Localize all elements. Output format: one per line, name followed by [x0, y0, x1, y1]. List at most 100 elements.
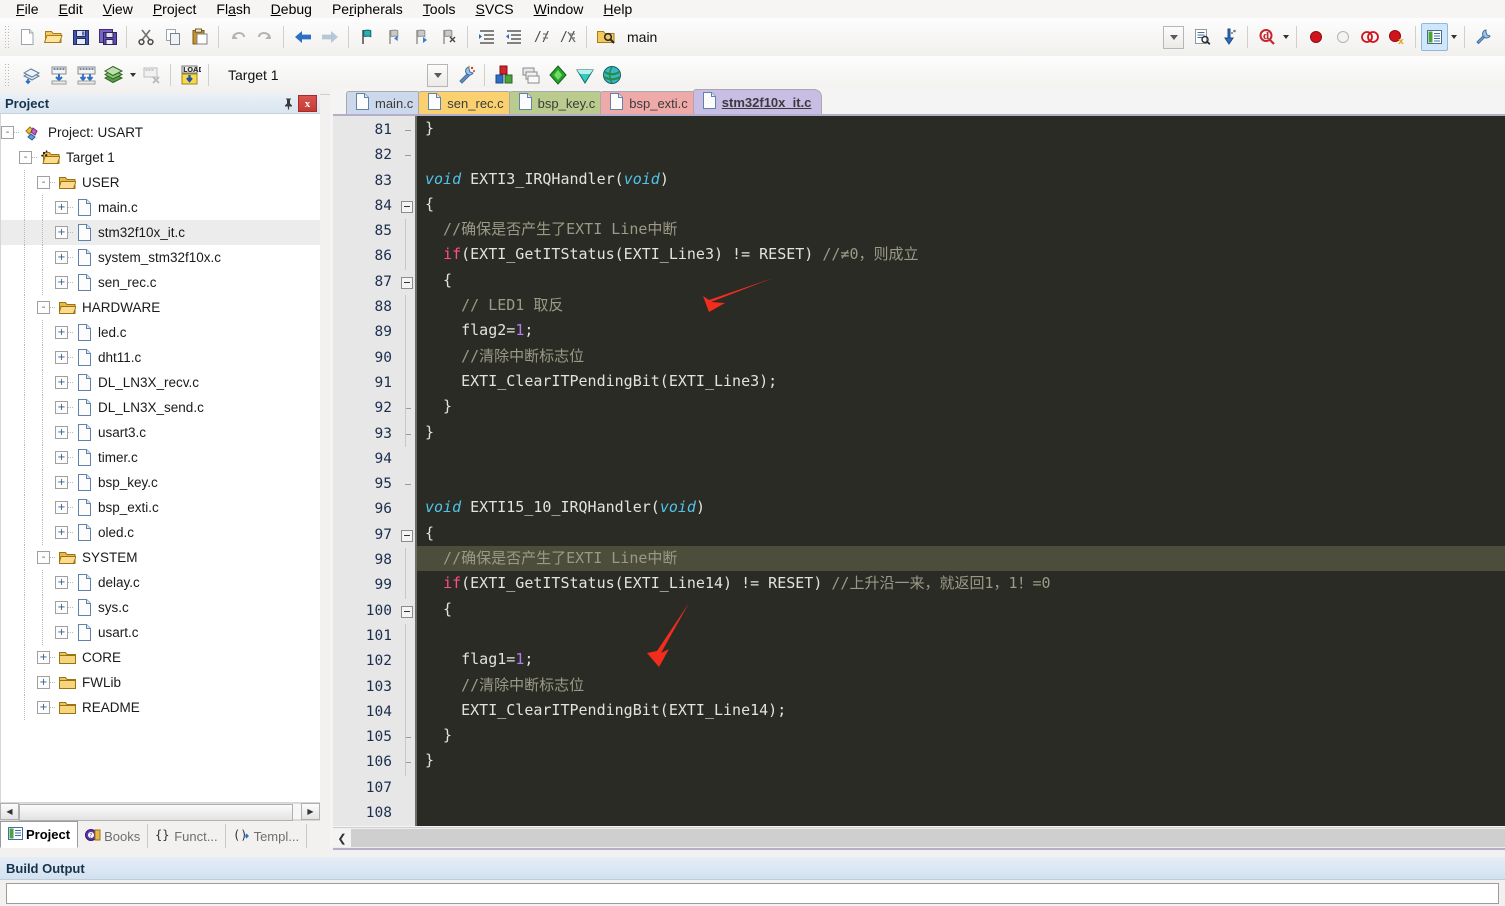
tree-item-bsp-key-c[interactable]: + bsp_key.c [1, 470, 320, 495]
tree-expander[interactable]: + [55, 276, 68, 289]
tree-expander[interactable]: + [55, 576, 68, 589]
toolbar-grip[interactable] [4, 25, 10, 49]
bookmark-prev-icon[interactable] [381, 23, 408, 51]
code-line[interactable]: void EXTI15_10_IRQHandler(void) [417, 495, 1505, 520]
open-file-icon[interactable] [40, 23, 67, 51]
manage-multi-project-icon[interactable] [517, 61, 544, 89]
debug-search-icon[interactable]: d [1253, 23, 1280, 51]
options-target-icon[interactable] [452, 61, 479, 89]
code-line[interactable]: if(EXTI_GetITStatus(EXTI_Line3) != RESET… [417, 242, 1505, 267]
tree-item-bsp-exti-c[interactable]: + bsp_exti.c [1, 495, 320, 520]
tree-item-delay-c[interactable]: + delay.c [1, 570, 320, 595]
file-tab-bsp-exti-c[interactable]: bsp_exti.c [600, 91, 699, 114]
menu-item-tools[interactable]: Tools [413, 0, 466, 18]
tree-expander[interactable]: - [37, 551, 50, 564]
tree-item-user[interactable]: - USER [1, 170, 320, 195]
breakpoint-disable-all-icon[interactable]: x [1383, 23, 1410, 51]
menu-item-help[interactable]: Help [593, 0, 642, 18]
code-line[interactable]: //确保是否产生了EXTI Line中断 [417, 217, 1505, 242]
code-line[interactable]: flag1=1; [417, 647, 1505, 672]
code-line[interactable]: { [417, 192, 1505, 217]
bookmark-clear-icon[interactable] [435, 23, 462, 51]
tree-item-hardware[interactable]: - HARDWARE [1, 295, 320, 320]
code-line[interactable]: //确保是否产生了EXTI Line中断 [417, 546, 1505, 572]
file-tab-bsp-key-c[interactable]: bsp_key.c [508, 91, 607, 114]
outdent-icon[interactable] [500, 23, 527, 51]
menu-item-edit[interactable]: Edit [49, 0, 93, 18]
code-line[interactable] [417, 799, 1505, 824]
scroll-left-arrow-icon[interactable]: ❮ [333, 829, 351, 847]
tree-item-system[interactable]: - SYSTEM [1, 545, 320, 570]
code-pane[interactable]: 81 82 83 84 85 86 87 88 89 90 91 92 93 94 95 96 97 98 99 10… [333, 114, 1505, 826]
tree-item-system-stm32f10x-c[interactable]: + system_stm32f10x.c [1, 245, 320, 270]
editor-hscrollbar[interactable]: ❮ [333, 827, 1505, 848]
stop-build-icon[interactable] [138, 61, 165, 89]
fold-marker[interactable] [399, 396, 415, 422]
code-line[interactable]: } [417, 116, 1505, 141]
panel-tab-funct[interactable]: {} Funct... [148, 824, 226, 848]
menu-item-project[interactable]: Project [143, 0, 207, 18]
code-line[interactable]: { [417, 597, 1505, 622]
panel-tab-books[interactable]: ? Books [78, 824, 149, 848]
tree-expander[interactable]: + [55, 501, 68, 514]
tree-expander[interactable]: + [55, 201, 68, 214]
code-line[interactable]: //清除中断标志位 [417, 344, 1505, 369]
tree-item-core[interactable]: + CORE [1, 645, 320, 670]
code-line[interactable]: } [417, 420, 1505, 445]
tree-expander[interactable]: + [55, 376, 68, 389]
code-line[interactable] [417, 622, 1505, 647]
code-line[interactable]: { [417, 268, 1505, 293]
batch-build-icon[interactable] [100, 61, 127, 89]
panel-tab-project[interactable]: Project [0, 821, 79, 848]
project-tree-hscrollbar[interactable]: ◀ ▶ [0, 802, 320, 821]
batch-caret-icon[interactable] [127, 62, 138, 88]
tree-expander[interactable]: - [1, 126, 14, 139]
indent-icon[interactable] [473, 23, 500, 51]
select-target-arrow-icon[interactable] [427, 63, 448, 87]
tree-item-readme[interactable]: + README [1, 695, 320, 720]
code-line[interactable]: EXTI_ClearITPendingBit(EXTI_Line3); [417, 369, 1505, 394]
tree-item-project-usart[interactable]: - Project: USART [1, 120, 320, 145]
build-icon[interactable] [46, 61, 73, 89]
code-line[interactable]: //清除中断标志位 [417, 673, 1505, 698]
undo-icon[interactable] [224, 23, 251, 51]
code-line[interactable] [417, 445, 1505, 470]
scroll-track[interactable] [351, 829, 1505, 847]
tree-expander[interactable]: + [55, 476, 68, 489]
navigate-forward-icon[interactable] [316, 23, 343, 51]
cut-icon[interactable] [132, 23, 159, 51]
project-tree[interactable]: - Project: USART - Target 1 - USER + main.c + stm… [0, 114, 320, 802]
pin-icon[interactable] [280, 96, 296, 112]
comment-icon[interactable]: // [527, 23, 554, 51]
insert-icon[interactable] [1215, 23, 1242, 51]
fold-marker[interactable] [399, 421, 415, 447]
code-line[interactable]: flag2=1; [417, 318, 1505, 343]
breakpoint-disable-icon[interactable] [1329, 23, 1356, 51]
breakpoint-kill-all-icon[interactable] [1356, 23, 1383, 51]
code-line[interactable]: } [417, 748, 1505, 773]
tree-expander[interactable]: + [55, 326, 68, 339]
menu-item-file[interactable]: File [6, 0, 49, 18]
uncomment-icon[interactable]: // [554, 23, 581, 51]
code-text-area[interactable]: } void EXTI3_IRQHandler(void){ //确保是否产生了… [415, 116, 1505, 826]
file-tab-main-c[interactable]: main.c [346, 91, 425, 114]
menu-item-flash[interactable]: Flash [206, 0, 260, 18]
fold-marker[interactable] [399, 194, 415, 219]
tree-expander[interactable]: + [55, 426, 68, 439]
code-line[interactable]: } [417, 723, 1505, 748]
navigate-back-icon[interactable] [289, 23, 316, 51]
tree-expander[interactable]: + [55, 526, 68, 539]
panel-tab-templ[interactable]: () Templ... [226, 824, 308, 848]
tree-item-main-c[interactable]: + main.c [1, 195, 320, 220]
tree-expander[interactable]: + [55, 226, 68, 239]
close-icon[interactable]: x [298, 95, 317, 112]
tree-expander[interactable]: + [55, 601, 68, 614]
fold-marker[interactable] [399, 599, 415, 624]
scroll-right-arrow-icon[interactable]: ▶ [301, 803, 320, 820]
fold-marker[interactable] [399, 750, 415, 776]
tree-expander[interactable]: + [55, 401, 68, 414]
code-folding-margin[interactable] [399, 116, 415, 826]
fold-marker[interactable] [399, 270, 415, 295]
fold-marker[interactable] [399, 118, 415, 143]
tree-expander[interactable]: - [19, 151, 32, 164]
